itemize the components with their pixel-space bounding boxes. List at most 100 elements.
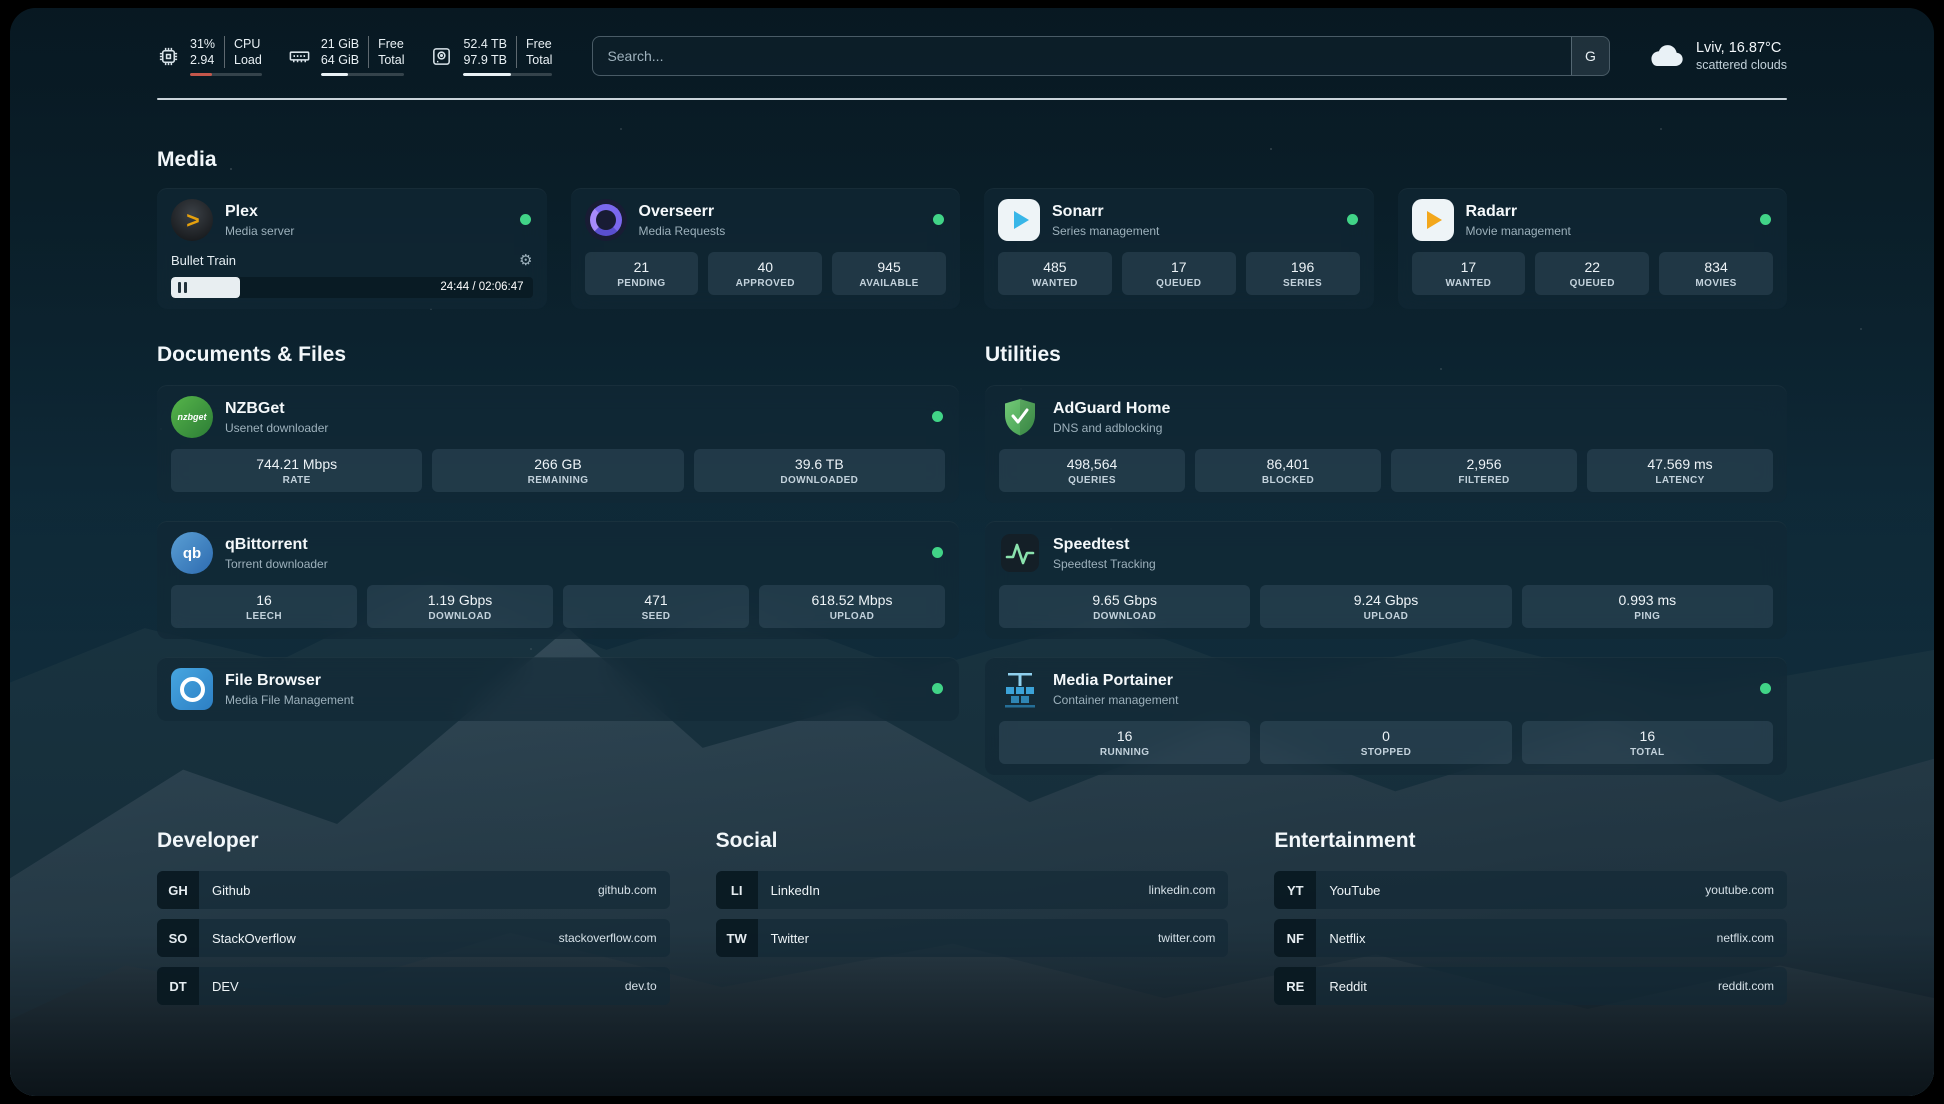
bookmark-abbr: TW	[716, 919, 758, 957]
bookmark-abbr: YT	[1274, 871, 1316, 909]
gear-icon[interactable]: ⚙	[519, 251, 532, 269]
adguard-icon	[999, 396, 1041, 438]
bookmark-github[interactable]: GH Github github.com	[157, 871, 670, 909]
bookmark-url: github.com	[598, 883, 670, 897]
bookmark-dev[interactable]: DT DEV dev.to	[157, 967, 670, 1005]
disk-labels: FreeTotal	[516, 36, 552, 68]
bookmark-stackoverflow[interactable]: SO StackOverflow stackoverflow.com	[157, 919, 670, 957]
portainer-card[interactable]: Media Portainer Container management 16R…	[985, 657, 1787, 775]
service-title: Speedtest	[1053, 536, 1156, 554]
bookmark-linkedin[interactable]: LI LinkedIn linkedin.com	[716, 871, 1229, 909]
speedtest-card[interactable]: Speedtest Speedtest Tracking 9.65 GbpsDO…	[985, 521, 1787, 639]
service-title: Media Portainer	[1053, 672, 1178, 690]
ram-icon	[288, 45, 311, 68]
bookmark-url: linkedin.com	[1149, 883, 1229, 897]
service-subtitle: Usenet downloader	[225, 421, 328, 435]
service-title: File Browser	[225, 672, 354, 690]
stat-box: 0STOPPED	[1260, 721, 1511, 764]
stat-box: 16LEECH	[171, 585, 357, 628]
memory-values: 21 GiB64 GiB	[321, 36, 359, 68]
bookmark-abbr: LI	[716, 871, 758, 909]
memory-labels: FreeTotal	[368, 36, 404, 68]
status-dot	[1760, 214, 1771, 225]
nzbget-card[interactable]: nzbget NZBGet Usenet downloader 744.21 M…	[157, 385, 959, 503]
bookmark-url: netflix.com	[1717, 931, 1787, 945]
search-provider-button[interactable]: G	[1571, 37, 1609, 75]
bookmark-reddit[interactable]: RE Reddit reddit.com	[1274, 967, 1787, 1005]
cpu-metric: 31%2.94 CPULoad	[157, 36, 262, 76]
adguard-card[interactable]: AdGuard Home DNS and adblocking 498,564Q…	[985, 385, 1787, 503]
service-subtitle: DNS and adblocking	[1053, 421, 1170, 435]
stat-box: 39.6 TBDOWNLOADED	[694, 449, 945, 492]
service-subtitle: Media server	[225, 224, 294, 238]
service-title: qBittorrent	[225, 536, 328, 554]
stat-box: 0.993 msPING	[1522, 585, 1773, 628]
bookmark-twitter[interactable]: TW Twitter twitter.com	[716, 919, 1229, 957]
bookmark-url: youtube.com	[1705, 883, 1787, 897]
cpu-progress-bar	[190, 73, 262, 76]
plex-progress-bar[interactable]: 24:44 / 02:06:47	[171, 277, 533, 298]
bookmark-name: Netflix	[1316, 931, 1365, 946]
search-input[interactable]	[592, 36, 1610, 76]
service-subtitle: Media Requests	[639, 224, 726, 238]
media-card-grid: > Plex Media server Bullet Train ⚙ 24:44…	[157, 188, 1787, 309]
stat-box: 9.24 GbpsUPLOAD	[1260, 585, 1511, 628]
radarr-card[interactable]: Radarr Movie management 17WANTED 22QUEUE…	[1398, 188, 1788, 309]
status-dot	[1347, 214, 1358, 225]
now-playing-title: Bullet Train	[171, 253, 236, 268]
radarr-icon	[1412, 199, 1454, 241]
stat-box: 498,564QUERIES	[999, 449, 1185, 492]
stat-box: 1.19 GbpsDOWNLOAD	[367, 585, 553, 628]
stat-box: 834MOVIES	[1659, 252, 1773, 295]
service-title: Overseerr	[639, 203, 726, 221]
cpu-labels: CPULoad	[224, 36, 262, 68]
bookmark-abbr: SO	[157, 919, 199, 957]
bookmark-abbr: DT	[157, 967, 199, 1005]
pause-button[interactable]	[178, 282, 187, 293]
bookmark-name: Github	[199, 883, 250, 898]
bookmark-abbr: NF	[1274, 919, 1316, 957]
status-dot	[932, 411, 943, 422]
speedtest-icon	[999, 532, 1041, 574]
weather-condition: scattered clouds	[1696, 58, 1787, 72]
service-subtitle: Media File Management	[225, 693, 354, 707]
overseerr-icon	[585, 199, 627, 241]
plex-card[interactable]: > Plex Media server Bullet Train ⚙ 24:44…	[157, 188, 547, 309]
bookmark-youtube[interactable]: YT YouTube youtube.com	[1274, 871, 1787, 909]
bookmark-abbr: GH	[157, 871, 199, 909]
service-title: AdGuard Home	[1053, 400, 1170, 418]
status-dot	[932, 683, 943, 694]
bookmark-group-developer: Developer GH Github github.com SO StackO…	[157, 829, 670, 1005]
filebrowser-card[interactable]: File Browser Media File Management	[157, 657, 959, 721]
section-heading-entertainment: Entertainment	[1274, 829, 1787, 853]
top-bar: 31%2.94 CPULoad	[157, 36, 1787, 76]
status-dot	[520, 214, 531, 225]
disk-icon	[430, 45, 453, 68]
service-title: Sonarr	[1052, 203, 1159, 221]
search-bar: G	[592, 36, 1610, 76]
bookmark-group-entertainment: Entertainment YT YouTube youtube.com NF …	[1274, 829, 1787, 1005]
weather-widget[interactable]: Lviv, 16.87°C scattered clouds	[1646, 40, 1787, 72]
bookmark-netflix[interactable]: NF Netflix netflix.com	[1274, 919, 1787, 957]
bookmark-url: stackoverflow.com	[559, 931, 670, 945]
disk-metric: 52.4 TB97.9 TB FreeTotal	[430, 36, 552, 76]
service-subtitle: Speedtest Tracking	[1053, 557, 1156, 571]
stat-box: 17QUEUED	[1122, 252, 1236, 295]
stat-box: 40APPROVED	[708, 252, 822, 295]
sonarr-card[interactable]: Sonarr Series management 485WANTED 17QUE…	[984, 188, 1374, 309]
overseerr-card[interactable]: Overseerr Media Requests 21PENDING 40APP…	[571, 188, 961, 309]
qbittorrent-icon: qb	[171, 532, 213, 574]
stat-box: 16RUNNING	[999, 721, 1250, 764]
stat-box: 21PENDING	[585, 252, 699, 295]
stat-box: 618.52 MbpsUPLOAD	[759, 585, 945, 628]
memory-metric: 21 GiB64 GiB FreeTotal	[288, 36, 405, 76]
bookmark-url: dev.to	[625, 979, 670, 993]
header-divider	[157, 98, 1787, 100]
stat-box: 16TOTAL	[1522, 721, 1773, 764]
stat-box: 945AVAILABLE	[832, 252, 946, 295]
status-dot	[932, 547, 943, 558]
section-heading-developer: Developer	[157, 829, 670, 853]
bookmark-name: Reddit	[1316, 979, 1367, 994]
service-subtitle: Torrent downloader	[225, 557, 328, 571]
qbittorrent-card[interactable]: qb qBittorrent Torrent downloader 16LEEC…	[157, 521, 959, 639]
